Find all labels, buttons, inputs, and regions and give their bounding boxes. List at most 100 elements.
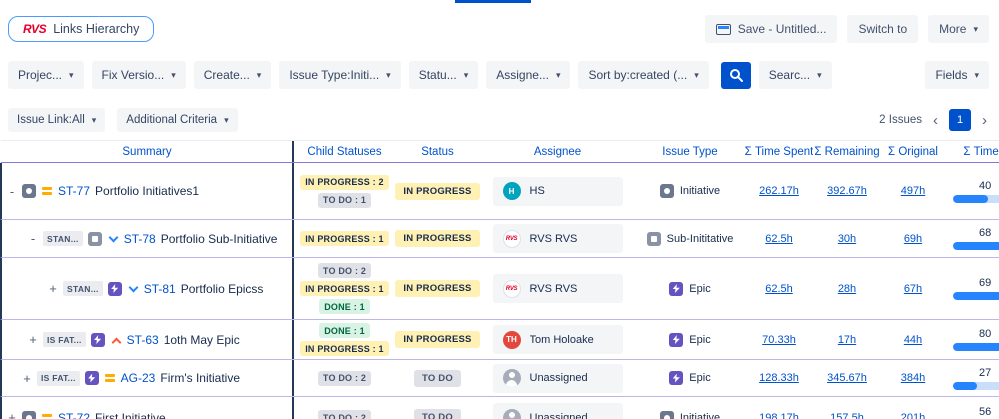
prev-page-icon[interactable]: ‹ (931, 113, 940, 128)
filter-chip-search[interactable]: Searc... ▾ (759, 61, 832, 89)
child-statuses-cell: DONE : 1 IN PROGRESS : 1 (294, 320, 395, 359)
epic-type-icon (85, 371, 99, 385)
filter-chip-issue-type[interactable]: Issue Type:Initi... ▾ (279, 61, 400, 89)
time-spent-cell: 128.33h (745, 360, 813, 396)
assignee-select[interactable]: RVS RVS RVS (493, 224, 623, 253)
filter-chip-assignee[interactable]: Assigne... ▾ (486, 61, 570, 89)
issue-key-link[interactable]: AG-23 (121, 371, 156, 385)
filter-chip-project[interactable]: Projec... ▾ (8, 61, 84, 89)
column-header-assignee[interactable]: Assignee (480, 141, 635, 162)
issue-key-link[interactable]: ST-81 (144, 282, 176, 296)
time-spent-link[interactable]: 128.33h (759, 372, 799, 384)
chevron-down-icon: ▾ (224, 116, 229, 125)
page-number[interactable]: 1 (949, 109, 971, 131)
expand-toggle[interactable]: + (48, 281, 58, 296)
assignee-select[interactable]: TH Tom Holoake (493, 325, 623, 354)
column-header-time-spent[interactable]: Σ Time Spent (745, 141, 813, 162)
original-link[interactable]: 497h (901, 185, 925, 197)
issue-key-link[interactable]: ST-63 (127, 333, 159, 347)
filter-chip-created[interactable]: Create... ▾ (194, 61, 272, 89)
issue-key-link[interactable]: ST-77 (58, 184, 90, 198)
status-badge: IN PROGRESS : 1 (300, 231, 389, 246)
expand-toggle[interactable]: + (22, 371, 32, 386)
remaining-link[interactable]: 17h (838, 334, 856, 346)
column-header-remaining[interactable]: Σ Remaining (813, 141, 881, 162)
fields-button[interactable]: Fields ▾ (925, 61, 989, 89)
original-link[interactable]: 69h (904, 233, 922, 245)
chevron-down-icon: ▾ (69, 71, 74, 80)
column-header-issue-type[interactable]: Issue Type (635, 141, 745, 162)
summary-cell: - ST-77 Portfolio Initiatives1 (2, 163, 294, 219)
link-type-badge[interactable]: IS FAT... (43, 332, 86, 347)
time-spent-link[interactable]: 198.17h (759, 412, 799, 419)
more-button[interactable]: More ▾ (928, 15, 989, 43)
progress-bar (953, 292, 999, 300)
issue-link-filter[interactable]: Issue Link:All ▾ (8, 108, 105, 132)
issue-key-link[interactable]: ST-78 (124, 232, 156, 246)
status-badge: IN PROGRESS (395, 280, 479, 297)
assignee-select[interactable]: H HS (493, 177, 623, 206)
expand-toggle[interactable]: - (28, 231, 38, 246)
issue-summary[interactable]: First Initiative (95, 411, 166, 419)
issue-key-link[interactable]: ST-72 (58, 411, 90, 419)
remaining-link[interactable]: 392.67h (827, 185, 867, 197)
time-spent-link[interactable]: 70.33h (762, 334, 796, 346)
assignee-select[interactable]: Unassigned (493, 364, 623, 393)
additional-criteria-button[interactable]: Additional Criteria ▾ (117, 108, 237, 132)
expand-toggle[interactable]: + (7, 410, 17, 419)
issue-summary[interactable]: Portfolio Epicss (181, 282, 264, 296)
expand-toggle[interactable]: + (28, 332, 38, 347)
filter-label: Assigne... (496, 68, 549, 82)
original-link[interactable]: 384h (901, 372, 925, 384)
remaining-link[interactable]: 157.5h (830, 412, 864, 419)
priority-low-icon (107, 233, 119, 245)
next-page-icon[interactable]: › (980, 113, 989, 128)
column-header-original[interactable]: Σ Original (881, 141, 945, 162)
issue-summary[interactable]: 1oth May Epic (164, 333, 240, 347)
filter-chip-status[interactable]: Statu... ▾ (409, 61, 479, 89)
link-type-badge[interactable]: IS FAT... (37, 371, 80, 386)
link-type-badge[interactable]: STAN... (63, 281, 103, 296)
avatar: H (503, 182, 521, 200)
issue-type-cell: Epic (635, 360, 745, 396)
remaining-link[interactable]: 345.67h (827, 372, 867, 384)
assignee-select[interactable]: Unassigned (493, 403, 623, 419)
column-header-child-statuses[interactable]: Child Statuses (294, 141, 395, 162)
time-spent-link[interactable]: 262.17h (759, 185, 799, 197)
issue-summary[interactable]: Portfolio Sub-Initiative (161, 232, 278, 246)
original-link[interactable]: 201h (901, 412, 925, 419)
assignee-name: Tom Holoake (530, 334, 594, 346)
remaining-link[interactable]: 30h (838, 233, 856, 245)
issue-type-label: Sub-Inititative (667, 233, 734, 245)
status-badge: IN PROGRESS (395, 230, 479, 247)
filter-chip-fix-version[interactable]: Fix Versio... ▾ (92, 61, 186, 89)
column-header-status[interactable]: Status (395, 141, 480, 162)
save-button[interactable]: Save - Untitled... (705, 15, 838, 43)
time-spent-link[interactable]: 62.5h (765, 283, 793, 295)
time-spent-link[interactable]: 62.5h (765, 233, 793, 245)
topbar-actions: Save - Untitled... Switch to More ▾ (705, 15, 989, 43)
remaining-link[interactable]: 28h (838, 283, 856, 295)
avatar: TH (503, 331, 521, 349)
initiative-type-icon (22, 411, 36, 419)
switch-to-button[interactable]: Switch to (847, 15, 918, 43)
filter-chip-sort-by[interactable]: Sort by:created (... ▾ (578, 61, 708, 89)
link-type-badge[interactable]: STAN... (43, 231, 83, 246)
epic-type-icon (669, 282, 683, 296)
epic-type-icon (669, 333, 683, 347)
search-button[interactable] (721, 62, 751, 89)
progress-bar (953, 382, 999, 390)
indent (7, 238, 23, 239)
column-header-time-estimate[interactable]: Σ Time Estimate (945, 141, 999, 162)
remaining-cell: 17h (813, 320, 881, 359)
original-link[interactable]: 67h (904, 283, 922, 295)
column-header-summary[interactable]: Summary (2, 141, 294, 162)
assignee-name: Unassigned (530, 372, 588, 384)
issue-summary[interactable]: Firm's Initiative (160, 371, 240, 385)
original-link[interactable]: 44h (904, 334, 922, 346)
app-button[interactable]: RVS Links Hierarchy (8, 16, 154, 42)
expand-toggle[interactable]: - (7, 184, 17, 199)
issue-summary[interactable]: Portfolio Initiatives1 (95, 184, 199, 198)
assignee-select[interactable]: RVS RVS RVS (493, 274, 623, 303)
issue-type-cell: Sub-Inititative (635, 220, 745, 257)
